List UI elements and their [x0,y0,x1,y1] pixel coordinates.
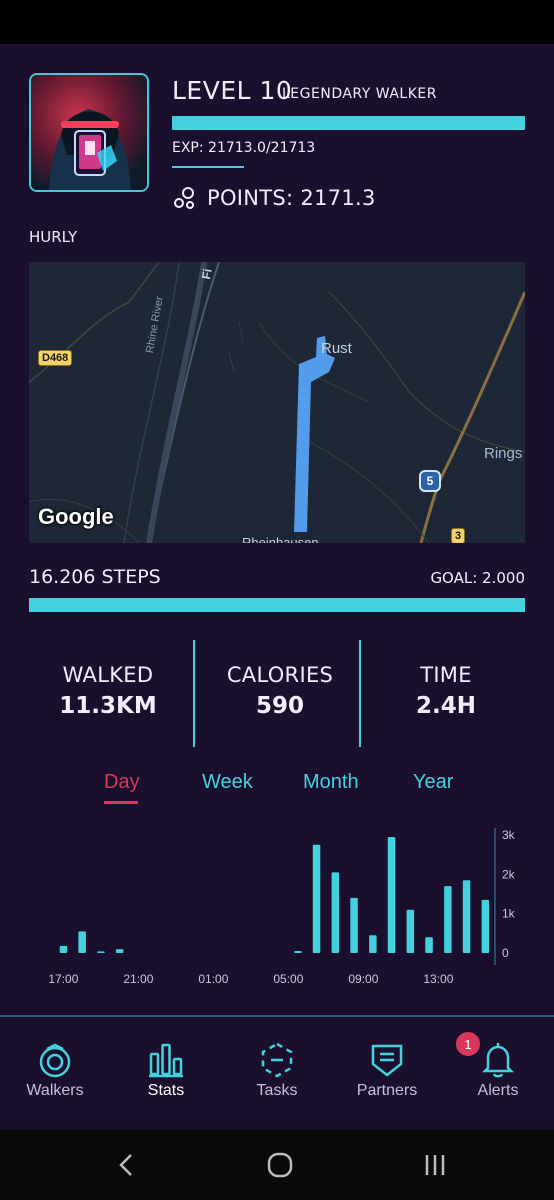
chart-bar [312,844,321,953]
chart-bar [294,951,302,953]
stat-time: TIME 2.4H [371,663,521,719]
nav-stats-label: Stats [147,1082,185,1099]
nav-walkers-label: Walkers [26,1082,84,1099]
stat-calories-value: 590 [255,693,304,719]
map-label-rings: Rings [484,445,523,462]
home-icon[interactable] [260,1148,300,1182]
experience-underline [172,166,244,168]
stat-walked-value: 11.3KM [59,693,157,719]
avatar[interactable] [29,73,149,192]
chart-bar [350,897,358,953]
stat-time-label: TIME [420,663,472,687]
map-route-badge-5: 5 [419,470,441,492]
recent-apps-icon[interactable] [415,1148,455,1182]
tab-week[interactable]: Week [202,771,253,794]
username: HURLY [29,228,78,246]
map-road-badge-3: 3 [451,528,466,543]
chart-x-tick-label: 05:00 [273,972,303,986]
nav-alerts-label: Alerts [477,1082,519,1099]
experience-bar [172,116,525,130]
chart-bar [462,880,471,953]
stat-calories-label: CALORIES [226,663,334,687]
nav-walkers[interactable]: Walkers [5,1040,105,1100]
map-label-road: Fi [199,267,215,281]
map-road-badge-d468: D468 [38,350,73,366]
tasks-icon [261,1042,293,1078]
tab-month[interactable]: Month [303,771,359,794]
chart-x-tick-label: 13:00 [423,972,453,986]
chart-bar [59,945,68,953]
chart-y-tick-label: 3k [502,828,516,842]
steps-bar-chart: 3k 2k 1k 0 17:00 21:00 01:00 05:00 09:00 13:00 [48,828,516,986]
stat-calories: CALORIES 590 [205,663,355,719]
chart-bar [387,837,396,953]
stat-time-value: 2.4H [416,693,476,719]
map-canvas [29,262,525,543]
nav-tasks[interactable]: Tasks [227,1040,327,1100]
nav-stats[interactable]: Stats [116,1040,216,1100]
steps-goal: GOAL: 2.000 [430,569,525,587]
route-map[interactable]: Rust Rings Rhine River Rheinhausen Fi D4… [29,262,525,543]
chart-x-tick-label: 09:00 [348,972,378,986]
nav-partners[interactable]: Partners [337,1040,437,1100]
map-label-rust: Rust [321,340,352,357]
google-logo: Google [38,504,114,529]
tab-day[interactable]: Day [104,771,140,794]
avatar-image [31,75,147,190]
nav-partners-label: Partners [356,1082,418,1099]
nav-divider [0,1015,554,1017]
chart-y-tick-label: 2k [502,867,516,881]
map-label-rheinhausen: Rheinhausen [242,535,319,543]
chart-bar [78,931,86,953]
chart-bar [425,937,433,953]
chart-bar [369,935,377,953]
chart-x-tick-label: 17:00 [48,972,78,986]
partners-icon [371,1044,403,1077]
stats-icon [149,1043,183,1078]
steps-count: 16.206 STEPS [29,566,161,588]
chart-bar [115,949,124,953]
stat-divider [359,640,361,747]
nav-tasks-label: Tasks [256,1082,298,1099]
chart-y-tick-label: 1k [502,907,516,921]
points-icon [174,187,194,209]
walkers-icon [39,1043,71,1078]
tab-year[interactable]: Year [413,771,453,794]
status-bar [0,0,554,44]
bell-icon [481,1043,515,1078]
chart-y-tick-label: 0 [502,946,509,960]
chart-bar [97,951,105,953]
chart-bar [444,886,452,953]
stat-walked: WALKED 11.3KM [33,663,183,719]
steps-progress-bar [29,598,525,612]
chart-x-tick-label: 01:00 [198,972,228,986]
rank-title: LEGENDARY WALKER [282,86,437,102]
level-title: LEVEL 10 [172,76,293,105]
experience-text: EXP: 21713.0/21713 [172,140,316,156]
back-icon[interactable] [107,1148,147,1182]
tab-day-underline [104,801,138,804]
alerts-badge: 1 [456,1032,480,1056]
chart-x-tick-label: 21:00 [123,972,153,986]
stat-walked-label: WALKED [62,663,154,687]
stat-divider [193,640,195,747]
chart-bar [406,909,415,953]
chart-bar [481,899,490,953]
chart-bar [331,872,340,953]
points-value: POINTS: 2171.3 [207,186,376,210]
